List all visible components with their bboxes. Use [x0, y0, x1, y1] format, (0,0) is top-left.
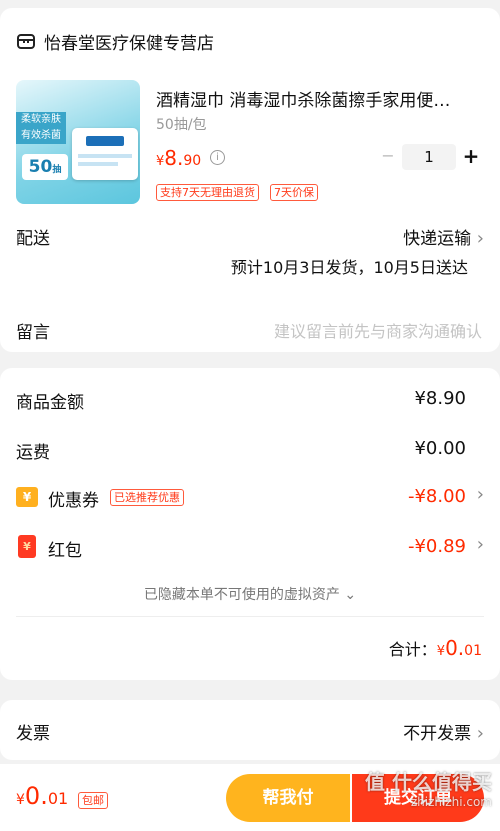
- chevron-right-icon: ›: [471, 228, 484, 249]
- quantity-stepper: − 1 +: [380, 144, 484, 170]
- message-label: 留言: [16, 323, 50, 343]
- shipping-value: ¥0.00: [414, 438, 466, 459]
- invoice-value: 不开发票: [403, 724, 472, 744]
- order-total: 合计：¥0.01: [389, 636, 482, 660]
- quantity-plus-button[interactable]: +: [462, 144, 480, 168]
- coupon-row[interactable]: ¥ 优惠券 已选推荐优惠 -¥8.00 ›: [16, 484, 484, 514]
- goods-amount-value: ¥8.90: [414, 388, 466, 409]
- chevron-down-icon: ⌄: [339, 587, 357, 603]
- product-price: ¥8.90: [156, 146, 201, 170]
- bottom-symbol: ¥: [16, 792, 25, 808]
- wipes-pack-graphic: [72, 128, 138, 180]
- product-spec[interactable]: 50抽/包: [156, 114, 207, 134]
- submit-order-button[interactable]: 提交订单: [352, 774, 484, 822]
- image-text-1: 柔软亲肤: [21, 114, 61, 125]
- shop-name: 怡春堂医疗保健专营店: [44, 33, 214, 54]
- image-text-2: 有效杀菌: [21, 130, 61, 141]
- quantity-input[interactable]: 1: [402, 144, 456, 170]
- shipping-label: 运费: [16, 443, 50, 463]
- order-card: 怡春堂医疗保健专营店 柔软亲肤 有效杀菌 50抽 酒精湿巾 消毒湿巾杀除菌擦手家…: [0, 8, 500, 352]
- image-unit: 抽: [52, 165, 62, 175]
- product-image[interactable]: 柔软亲肤 有效杀菌 50抽: [16, 80, 140, 204]
- price-info-icon[interactable]: i: [210, 150, 225, 165]
- chevron-right-icon: ›: [471, 723, 484, 744]
- hidden-assets-toggle[interactable]: 已隐藏本单不可使用的虚拟资产 ⌄: [0, 584, 500, 604]
- total-label: 合计：: [388, 640, 437, 659]
- help-pay-label: 帮我付: [262, 788, 314, 808]
- coupon-value: -¥8.00: [407, 486, 466, 507]
- delivery-method[interactable]: 快递运输 ›: [403, 224, 484, 249]
- image-count: 50: [28, 157, 53, 177]
- bottom-dec: 01: [47, 789, 69, 808]
- bottom-total: ¥0.01: [16, 782, 68, 810]
- price-int: 8.: [164, 146, 184, 170]
- product-title[interactable]: 酒精湿巾 消毒湿巾杀除菌擦手家用便…: [156, 86, 486, 111]
- red-packet-label: 红包: [48, 541, 82, 561]
- total-dec: 01: [464, 643, 482, 659]
- invoice-label: 发票: [16, 724, 50, 744]
- price-protect-tag: 7天价保: [270, 184, 318, 201]
- invoice-card[interactable]: 发票 不开发票 ›: [0, 700, 500, 760]
- store-icon: [16, 31, 36, 51]
- submit-order-label: 提交订单: [384, 788, 452, 808]
- coupon-recommend-tag: 已选推荐优惠: [110, 489, 184, 506]
- delivery-value: 快递运输: [403, 229, 472, 249]
- delivery-label: 配送: [16, 229, 50, 249]
- price-dec: 90: [183, 153, 202, 169]
- checkout-bar: ¥0.01 包邮 帮我付 提交订单 值 什么值得买 zhizhizhi.com: [0, 764, 500, 831]
- divider: [16, 616, 484, 617]
- red-packet-icon: ¥: [18, 535, 36, 558]
- hidden-assets-text: 已隐藏本单不可使用的虚拟资产: [143, 587, 340, 603]
- red-packet-row[interactable]: ¥ 红包 -¥0.89 ›: [16, 534, 484, 564]
- quantity-minus-button[interactable]: −: [380, 146, 396, 165]
- shop-header[interactable]: 怡春堂医疗保健专营店: [16, 28, 214, 54]
- help-pay-button[interactable]: 帮我付: [226, 774, 350, 822]
- bottom-int: 0.: [24, 782, 48, 810]
- free-shipping-badge: 包邮: [78, 792, 108, 809]
- red-packet-value: -¥0.89: [407, 536, 466, 557]
- delivery-estimate: 预计10月3日发货，10月5日送达: [230, 258, 468, 277]
- chevron-right-icon: ›: [476, 534, 484, 555]
- goods-amount-label: 商品金额: [16, 393, 84, 413]
- total-symbol: ¥: [436, 644, 446, 659]
- return-policy-tag: 支持7天无理由退货: [156, 184, 259, 201]
- price-summary-card: 商品金额 ¥8.90 运费 ¥0.00 ¥ 优惠券 已选推荐优惠 -¥8.00 …: [0, 368, 500, 680]
- chevron-right-icon: ›: [476, 484, 484, 505]
- coupon-icon: ¥: [16, 487, 38, 507]
- invoice-selector[interactable]: 不开发票 ›: [403, 719, 484, 744]
- total-int: 0.: [445, 636, 465, 660]
- coupon-label: 优惠券: [48, 491, 99, 511]
- message-input[interactable]: 建议留言前先与商家沟通确认: [274, 318, 482, 342]
